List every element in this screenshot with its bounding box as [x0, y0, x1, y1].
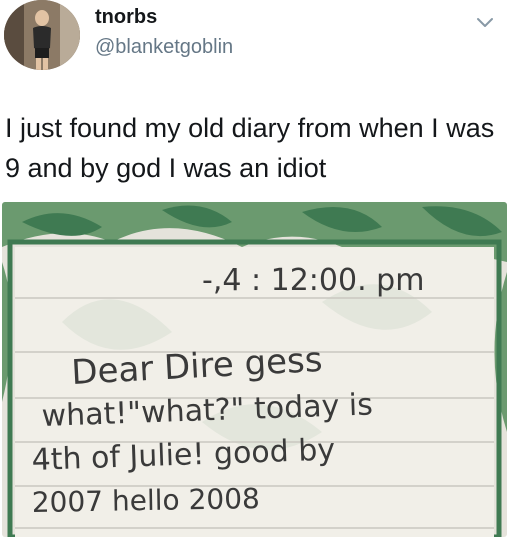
diary-line: 2007 hello 2008: [32, 482, 261, 519]
tweet-photo[interactable]: -,4 : 12:00. pm Dear Dire gess what!"wha…: [2, 202, 507, 537]
chevron-down-icon[interactable]: [475, 12, 495, 32]
diary-line: -,4 : 12:00. pm: [202, 263, 424, 298]
tweet-text: I just found my old diary from when I wa…: [5, 113, 495, 183]
tweet-card: tnorbs @blanketgoblin I just found my ol…: [0, 0, 507, 537]
user-handle[interactable]: @blanketgoblin: [95, 36, 233, 59]
avatar-image: [4, 0, 80, 70]
avatar[interactable]: [4, 0, 80, 70]
display-name[interactable]: tnorbs: [95, 6, 157, 29]
